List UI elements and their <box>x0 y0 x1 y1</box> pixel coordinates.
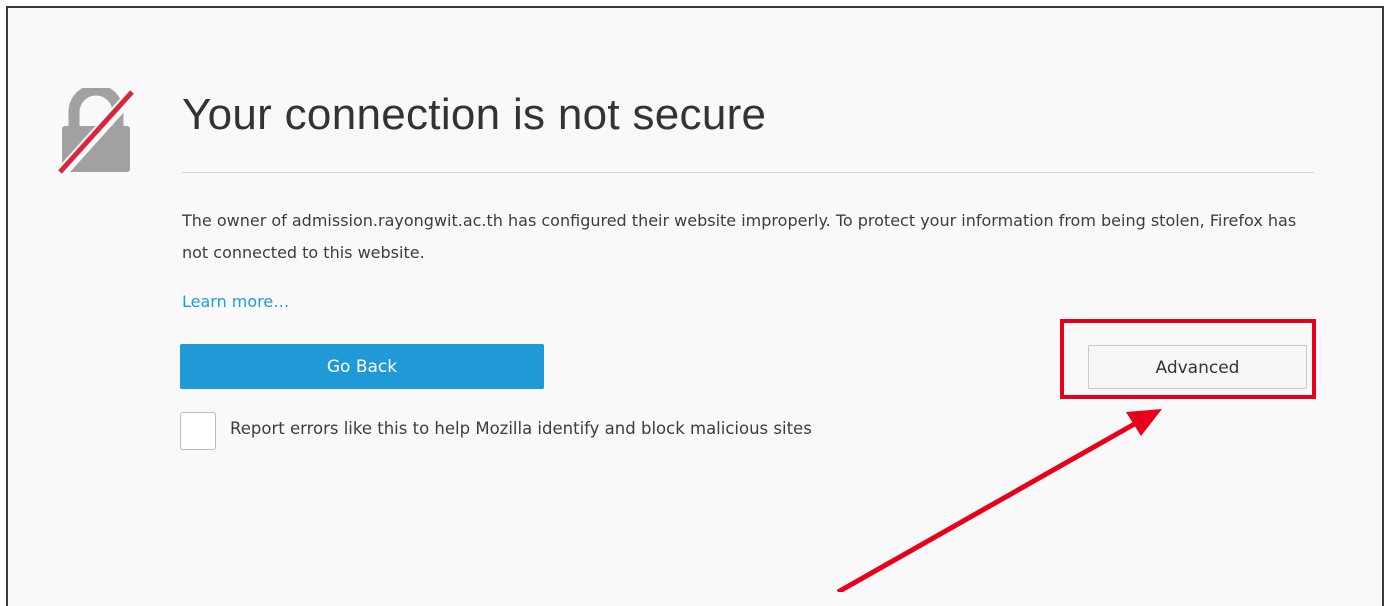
error-description: The owner of admission.rayongwit.ac.th h… <box>182 211 1297 262</box>
broken-lock-icon <box>57 88 139 174</box>
learn-more-link[interactable]: Learn more… <box>182 292 289 311</box>
page-title: Your connection is not secure <box>182 90 767 139</box>
annotation-highlight-box <box>1060 319 1316 399</box>
report-errors-label: Report errors like this to help Mozilla … <box>230 419 812 438</box>
go-back-button[interactable]: Go Back <box>180 344 544 389</box>
report-errors-checkbox[interactable] <box>180 412 216 450</box>
title-divider <box>182 172 1314 173</box>
error-page-frame: Your connection is not secure The owner … <box>6 6 1384 606</box>
